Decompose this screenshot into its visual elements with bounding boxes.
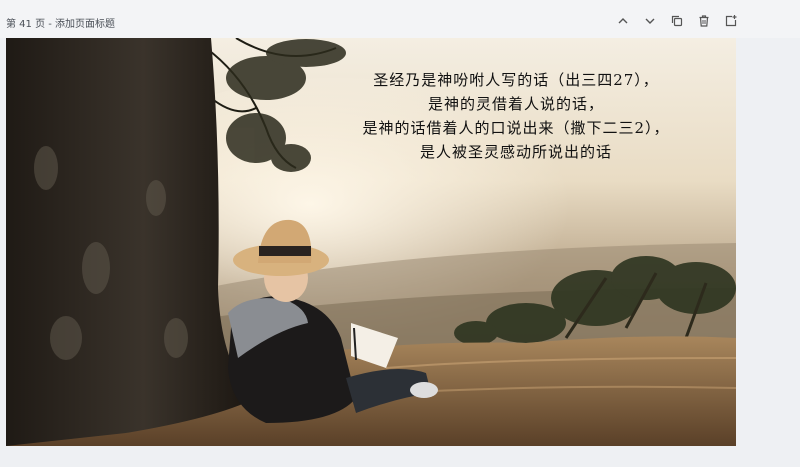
chevron-down-icon	[645, 18, 655, 24]
add-page-icon	[725, 15, 737, 27]
trash-icon	[699, 15, 709, 27]
page-header-bar: 第 41 页 - 添加页面标题	[0, 0, 800, 38]
move-down-button[interactable]	[641, 12, 659, 30]
scripture-quote[interactable]: 圣经乃是神吩咐人写的话（出三四27）， 是神的灵借着人说的话， 是神的话借着人的…	[306, 68, 726, 164]
page-title-label[interactable]: 第 41 页 - 添加页面标题	[6, 15, 115, 30]
quote-line-2: 是神的灵借着人说的话，	[427, 95, 604, 113]
copy-icon	[671, 15, 683, 27]
quote-line-3: 是神的话借着人的口说出来（撒下二三2），	[362, 119, 670, 137]
add-page-button[interactable]	[722, 12, 740, 30]
slide-canvas[interactable]: 圣经乃是神吩咐人写的话（出三四27）， 是神的灵借着人说的话， 是神的话借着人的…	[6, 38, 736, 446]
move-up-button[interactable]	[614, 12, 632, 30]
delete-page-button[interactable]	[695, 12, 713, 30]
vertical-scrollbar[interactable]	[792, 38, 800, 458]
duplicate-page-button[interactable]	[668, 12, 686, 30]
page-toolbar	[614, 12, 740, 30]
quote-line-1: 圣经乃是神吩咐人写的话（出三四27），	[373, 71, 659, 89]
chevron-up-icon	[618, 18, 628, 24]
quote-line-4: 是人被圣灵感动所说出的话	[419, 143, 612, 161]
